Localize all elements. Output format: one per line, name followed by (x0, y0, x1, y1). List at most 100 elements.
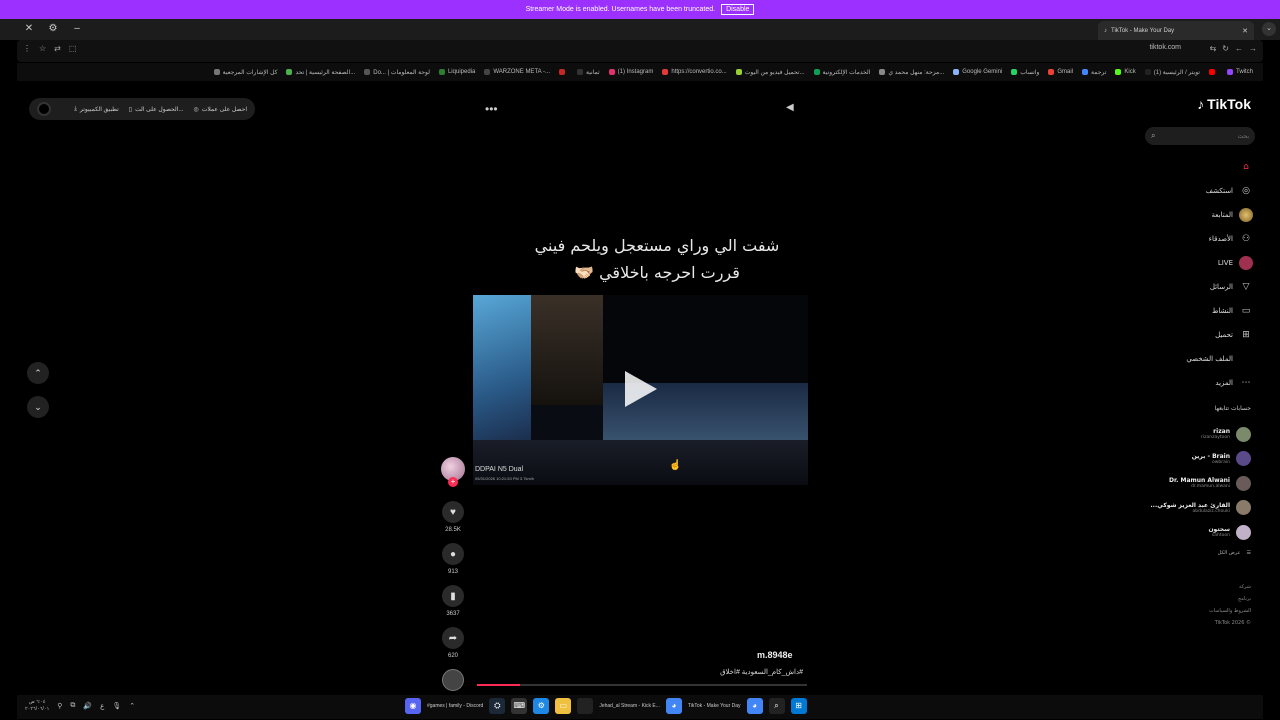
bookmark-item[interactable]: Liquipedia (438, 69, 475, 75)
taskbar-app-icon[interactable]: ◉ (405, 698, 421, 714)
sidebar-item-LIVE[interactable]: LIVE (1138, 251, 1253, 275)
bookmark-item[interactable] (1208, 69, 1218, 75)
following-account[interactable]: rizan rizanzaytoon (1131, 422, 1251, 447)
footer-link[interactable]: برنامج (1209, 596, 1251, 602)
sidebar-item-الملف الشخصي[interactable]: الملف الشخصي (1138, 347, 1253, 371)
bookmark-item[interactable]: Kick (1115, 69, 1136, 75)
microphone-tray-icon[interactable]: 🎙 (112, 702, 121, 710)
tab-list-icon[interactable]: ⌄ (1262, 22, 1276, 36)
bookmark-item[interactable] (559, 69, 568, 75)
share-button[interactable]: ➦ (442, 627, 464, 649)
sidebar-item-استكشف[interactable]: ◎ استكشف (1138, 179, 1253, 203)
follow-plus-icon[interactable]: + (448, 477, 458, 487)
sidebar-item-النشاط[interactable]: ▭ النشاط (1138, 299, 1253, 323)
sidebar-item-الرسائل[interactable]: ▽ الرسائل (1138, 275, 1253, 299)
footer-link[interactable]: الشروط والسياسات (1209, 608, 1251, 614)
bookmark-item[interactable]: ترجمة (1082, 69, 1106, 76)
clock[interactable]: ٦:٠٤ ص ٢٠٢٦/٠٦/٠١ (25, 699, 49, 713)
disable-streamer-mode-button[interactable]: Disable (721, 4, 755, 15)
taskbar-app-icon[interactable]: ⚙ (533, 698, 550, 714)
close-window-icon[interactable]: ✕ (22, 23, 36, 34)
taskbar-app-label[interactable]: #games | family - Discord (427, 703, 483, 709)
comment-button[interactable]: ● (442, 543, 464, 565)
comment-count: 913 (447, 569, 458, 575)
search-tray-icon[interactable]: ⚲ (57, 702, 62, 710)
more-options-icon[interactable]: ••• (485, 102, 498, 116)
sidebar-item-المتابعة[interactable]: المتابعة (1138, 203, 1253, 227)
play-icon[interactable] (625, 371, 657, 407)
sidebar-item-المزيد[interactable]: ⋯ المزيد (1138, 371, 1253, 395)
back-icon[interactable]: ← (1235, 44, 1243, 53)
get-app-link[interactable]: ▯ الحصول على الت... (129, 106, 184, 113)
bookmark-item[interactable]: مزحة: منهل محمد ي... (879, 69, 944, 76)
dark-mode-toggle[interactable] (37, 102, 51, 116)
sidebar-item-تحميل[interactable]: ⊞ تحميل (1138, 323, 1253, 347)
show-all-link[interactable]: ☰ عرض الكل (1218, 550, 1251, 556)
bookmark-item[interactable]: واتساب (1011, 69, 1039, 76)
tiktok-logo[interactable]: ♪ TikTok (1197, 96, 1251, 112)
reload-icon[interactable]: ↻ (1222, 44, 1229, 53)
window-tray-icon[interactable]: ⧉ (70, 702, 75, 710)
forward-icon[interactable]: → (1249, 44, 1257, 53)
taskbar-app-icon[interactable] (577, 698, 594, 714)
bookmark-item[interactable]: https://convertio.co... (662, 69, 727, 75)
bookmark-item[interactable]: الصفحة الرئيسية | تحد... (286, 69, 355, 76)
following-account[interactable]: سحتون sahtoon (1131, 520, 1251, 545)
taskbar-app-icon[interactable]: ⌨ (511, 698, 528, 714)
video-progress-bar[interactable] (477, 684, 807, 686)
bookmark-item[interactable]: (1) Instagram (608, 69, 653, 75)
get-coins-link[interactable]: ◎ احصل على عملات (193, 106, 247, 113)
taskbar-app-label[interactable]: Jehad_al Stream - Kick E... (599, 703, 660, 709)
video-player[interactable]: DDPAI N5 Dual 05/31/2026 10:21:53 PM 3.7… (473, 295, 808, 485)
search-box[interactable]: ⌕ (1145, 127, 1255, 145)
address-bar[interactable]: tiktok.com (1149, 44, 1181, 51)
bookmark-item[interactable]: ثمانية (577, 69, 600, 76)
post-hashtags[interactable]: #داش_كام_السعودية #اخلاق (707, 668, 803, 676)
taskbar-app-icon[interactable]: ◕ (665, 698, 682, 714)
search-input[interactable] (1159, 132, 1249, 140)
sidebar-item-home[interactable]: ⌂ (1138, 155, 1253, 179)
following-account[interactable]: Dr. Mamun Alwani dr.mamun.alwani (1131, 471, 1251, 496)
taskbar-app-icon[interactable]: ⊞ (790, 698, 807, 714)
sidebar-item-الأصدقاء[interactable]: ⚇ الأصدقاء (1138, 227, 1253, 251)
save-button[interactable]: ▮ (442, 585, 464, 607)
like-button[interactable]: ♥ (442, 501, 464, 523)
footer-link[interactable]: شركة (1209, 584, 1251, 590)
bookmark-item[interactable]: Do... | لوحة المعلومات (364, 69, 430, 76)
tray-overflow-icon[interactable]: ⌃ (129, 702, 135, 710)
following-account[interactable]: القارئ عبد العزيز شوكي... abdulaziz.chouk… (1131, 496, 1251, 521)
bookmark-item[interactable]: Gmail (1048, 69, 1073, 75)
desktop-app-link[interactable]: ⤓ تطبيق الكمبيوتر (74, 106, 119, 113)
taskbar-app-icon[interactable]: ◕ (746, 698, 763, 714)
extensions-icon[interactable]: ⇄ (54, 44, 61, 53)
bookmark-star-icon[interactable]: ☆ (39, 44, 46, 53)
bookmark-item[interactable]: تحميل فيديو من اليوت... (735, 69, 805, 76)
minimize-icon[interactable]: – (70, 23, 84, 34)
following-account[interactable]: Brain - برين owbrain (1131, 447, 1251, 472)
sound-avatar[interactable] (442, 669, 464, 691)
bookmark-item[interactable]: Google Gemini (953, 69, 1002, 75)
volume-icon[interactable]: ◀ (786, 102, 794, 113)
site-settings-icon[interactable]: ⇆ (1210, 44, 1217, 53)
volume-tray-icon[interactable]: 🔊 (83, 702, 92, 710)
bookmark-item[interactable]: WARZONE META -... (484, 69, 550, 75)
settings-icon[interactable]: ⚙ (46, 23, 60, 34)
bookmark-item[interactable]: (1) تويتر / الرئيسية (1144, 69, 1200, 76)
language-tray-icon[interactable]: ع (100, 702, 104, 710)
taskbar-app-icon[interactable]: ⌕ (768, 698, 785, 714)
taskbar-app-label[interactable]: TikTok - Make Your Day (688, 703, 741, 709)
bookmark-item[interactable]: الخدمات الإلكترونية (813, 69, 870, 76)
author-username[interactable]: m.8948e (757, 650, 793, 660)
author-avatar[interactable]: + (441, 457, 465, 487)
tab-tiktok[interactable]: ♪ TikTok - Make Your Day ✕ (1098, 21, 1254, 40)
taskbar-app-icon[interactable]: ⛭ (489, 698, 506, 714)
previous-video-button[interactable]: ⌃ (27, 362, 49, 384)
search-icon[interactable]: ⌕ (1151, 131, 1155, 141)
bookmark-item[interactable]: Twitch (1226, 69, 1253, 75)
next-video-button[interactable]: ⌄ (27, 396, 49, 418)
share-icon[interactable]: ⬚ (69, 44, 77, 53)
taskbar-app-icon[interactable]: ▭ (555, 698, 572, 714)
menu-icon[interactable]: ⋮ (23, 44, 31, 53)
close-tab-icon[interactable]: ✕ (1242, 27, 1248, 35)
bookmark-item[interactable]: كل الإشارات المرجعية (213, 69, 277, 76)
